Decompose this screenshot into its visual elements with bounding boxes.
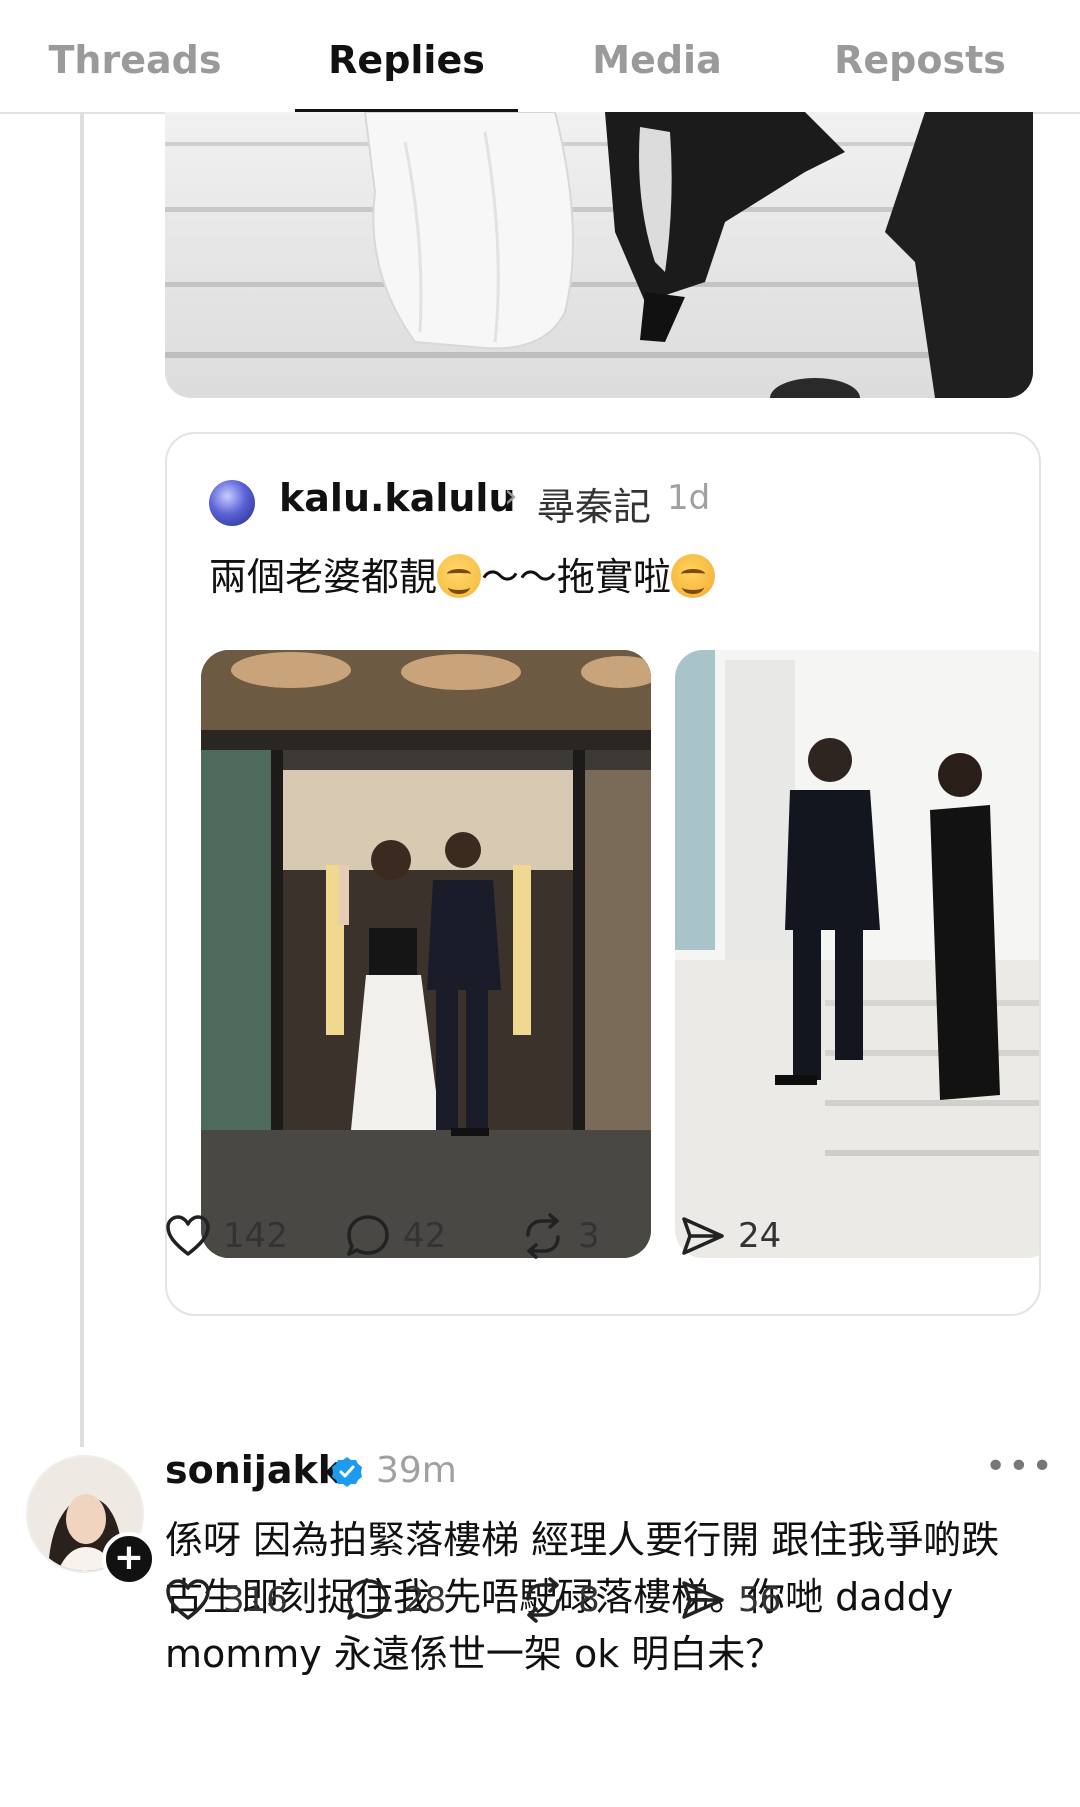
- heart-icon: [166, 1579, 210, 1620]
- reply-share-count: 56: [738, 1580, 782, 1620]
- comment-button[interactable]: 42: [345, 1206, 446, 1266]
- tab-threads[interactable]: Threads: [40, 36, 230, 84]
- comment-icon: [347, 1215, 389, 1256]
- chevron-right-icon: ›: [504, 476, 518, 516]
- smiling-face-icon: [437, 554, 482, 598]
- quoted-image-1[interactable]: [201, 650, 651, 1258]
- reply-repost-count: 8: [578, 1580, 600, 1620]
- share-button[interactable]: 24: [680, 1206, 781, 1266]
- repost-count: 3: [578, 1216, 600, 1256]
- repost-icon: [526, 1577, 560, 1623]
- reply-repost-button[interactable]: 8: [520, 1570, 600, 1630]
- quoted-post-text: 兩個老婆都靚 ～～拖實啦: [209, 546, 716, 601]
- quoted-text-part2: ～～拖實啦: [481, 555, 672, 599]
- post-action-bar: 142 42 3 24: [165, 1206, 865, 1266]
- verified-badge-icon: [332, 1457, 362, 1487]
- reply-comment-count: 28: [403, 1580, 447, 1620]
- heart-icon: [166, 1215, 210, 1256]
- tab-replies[interactable]: Replies: [295, 36, 518, 84]
- thread-connector-line: [80, 112, 84, 1447]
- send-icon: [682, 1581, 724, 1619]
- quoted-user-avatar[interactable]: [209, 480, 255, 526]
- like-button[interactable]: 142: [165, 1206, 288, 1266]
- quoted-image-2[interactable]: [675, 650, 1039, 1258]
- reply-username[interactable]: sonijakk: [165, 1448, 343, 1492]
- relieved-face-icon: [671, 554, 716, 598]
- reply-time: 39m: [376, 1450, 457, 1491]
- reply-share-button[interactable]: 56: [680, 1570, 781, 1630]
- send-icon: [682, 1217, 724, 1255]
- share-count: 24: [738, 1216, 782, 1256]
- quoted-text-part1: 兩個老婆都靚: [209, 555, 438, 599]
- reply-like-count: 316: [223, 1580, 288, 1620]
- quoted-post-time: 1d: [667, 478, 711, 518]
- tab-reposts[interactable]: Reposts: [808, 36, 1032, 84]
- repost-button[interactable]: 3: [520, 1206, 600, 1266]
- more-options-button[interactable]: •••: [985, 1446, 1055, 1487]
- quoted-topic-tag[interactable]: 尋秦記: [537, 476, 651, 531]
- repost-icon: [526, 1213, 560, 1259]
- reply-action-bar: 316 28 8 56: [165, 1570, 865, 1630]
- follow-plus-button[interactable]: +: [102, 1532, 156, 1586]
- reply-comment-button[interactable]: 28: [345, 1570, 446, 1630]
- reply-like-button[interactable]: 316: [165, 1570, 288, 1630]
- quoted-post-card[interactable]: kalu.kalulu › 尋秦記 1d 兩個老婆都靚 ～～拖實啦: [165, 432, 1041, 1316]
- like-count: 142: [223, 1216, 288, 1256]
- tab-media[interactable]: Media: [568, 36, 746, 84]
- profile-tabs: Threads Replies Media Reposts: [0, 0, 1080, 114]
- comment-count: 42: [403, 1216, 447, 1256]
- quoted-username[interactable]: kalu.kalulu: [279, 476, 516, 520]
- post-image-top[interactable]: [165, 112, 1033, 398]
- comment-icon: [347, 1579, 389, 1620]
